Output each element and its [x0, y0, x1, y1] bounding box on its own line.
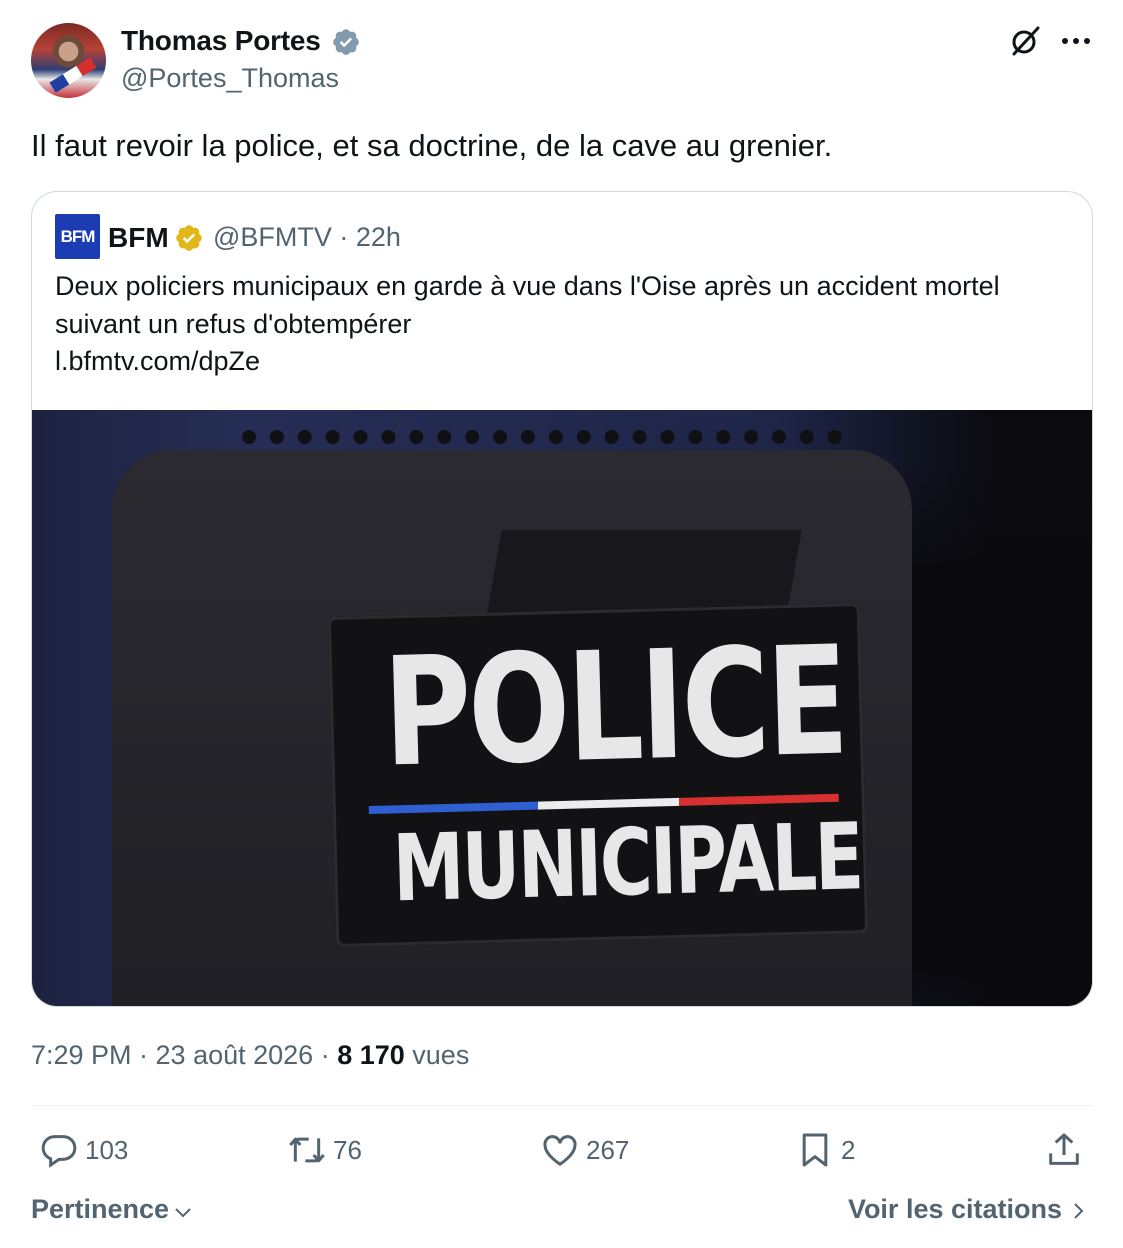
police-patch: POLICE MUNICIPALE: [327, 603, 869, 947]
like-icon: [543, 1135, 577, 1166]
quoted-text-line: suivant un refus d'obtempérer: [55, 308, 412, 339]
reply-count: 103: [85, 1134, 129, 1165]
views-label: vues: [404, 1040, 470, 1070]
quoted-text-line: Deux policiers municipaux en garde à vue…: [55, 271, 1000, 301]
quotes-label: Voir les citations: [847, 1194, 1062, 1224]
sort-dropdown[interactable]: Pertinence: [31, 1194, 195, 1225]
avatar[interactable]: [31, 23, 106, 98]
quoted-link[interactable]: l.bfmtv.com/dpZe: [55, 343, 1080, 381]
author-handle[interactable]: @Portes_Thomas: [121, 63, 339, 94]
verified-grey-icon: [333, 29, 359, 55]
retweet-icon: [289, 1137, 325, 1163]
share-button[interactable]: [1044, 1130, 1084, 1170]
retweet-button[interactable]: 76: [287, 1130, 362, 1170]
quoted-author-name: BFM: [108, 222, 169, 253]
quoted-meta: @BFMTV · 22h: [213, 222, 401, 252]
verified-gold-icon: [176, 225, 202, 251]
bfm-logo: BFM: [55, 214, 100, 259]
quoted-image[interactable]: POLICE MUNICIPALE: [32, 410, 1092, 1006]
view-quotes-link[interactable]: Voir les citations: [848, 1194, 1090, 1225]
timestamp: 7:29 PM · 23 août 2026 · 8 170 vues: [31, 1040, 469, 1071]
like-button[interactable]: 267: [540, 1130, 629, 1170]
bookmark-icon: [802, 1133, 828, 1167]
reply-icon: [41, 1135, 77, 1168]
views-count: 8 170: [337, 1040, 405, 1070]
chevron-right-icon: [1074, 1203, 1084, 1219]
tweet-text: Il faut revoir la police, et sa doctrine…: [31, 128, 833, 163]
bookmark-count: 2: [841, 1134, 856, 1165]
bookmark-button[interactable]: 2: [795, 1130, 855, 1170]
like-count: 267: [586, 1134, 630, 1165]
timestamp-time[interactable]: 7:29 PM · 23 août 2026 ·: [31, 1040, 337, 1070]
grok-icon[interactable]: [1008, 24, 1042, 58]
divider: [31, 1105, 1093, 1106]
chevron-down-icon: [175, 1207, 191, 1217]
patch-text-municipale: MUNICIPALE: [391, 803, 863, 923]
retweet-count: 76: [333, 1134, 362, 1165]
quoted-tweet[interactable]: BFM BFM @BFMTV · 22h Deux policiers muni…: [31, 191, 1093, 1007]
tweet: Thomas Portes @Portes_Thomas Il faut rev…: [0, 0, 1123, 1248]
quoted-text: Deux policiers municipaux en garde à vue…: [55, 268, 1080, 381]
reply-button[interactable]: 103: [39, 1130, 128, 1170]
author-name[interactable]: Thomas Portes: [121, 25, 321, 57]
sort-label: Pertinence: [31, 1194, 170, 1224]
patch-text-police: POLICE: [381, 614, 848, 801]
more-icon[interactable]: [1058, 27, 1094, 55]
share-icon: [1049, 1133, 1079, 1165]
